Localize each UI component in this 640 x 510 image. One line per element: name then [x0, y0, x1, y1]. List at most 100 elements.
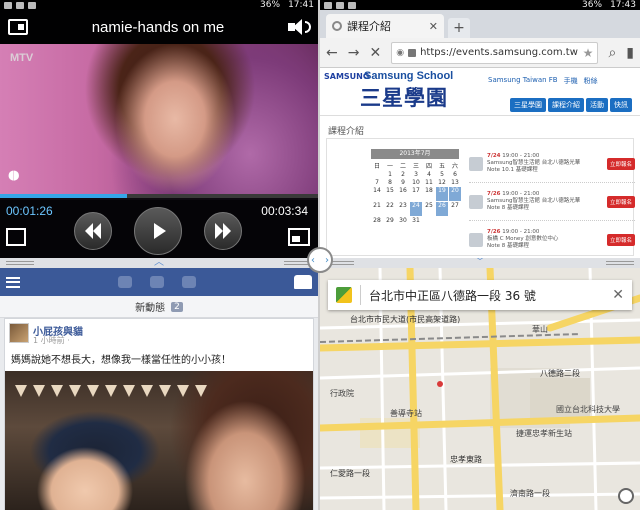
top-links: Samsung Taiwan FB 手機 粉絲: [488, 76, 598, 86]
maps-app-icon[interactable]: [336, 287, 352, 303]
dolby-icon: ◖◗: [8, 168, 20, 183]
register-button[interactable]: 立即報名: [606, 157, 635, 170]
clock: 17:41: [288, 0, 314, 10]
video-player[interactable]: namie-hands on me MTV ◖◗ 00:01:26 00:03:…: [0, 10, 318, 258]
clear-icon[interactable]: ✕: [612, 287, 624, 303]
map-label: 善導寺站: [390, 409, 422, 418]
current-time: 00:01:26: [6, 204, 53, 218]
bookmarks-icon[interactable]: ▮: [626, 45, 634, 61]
volume-icon[interactable]: [288, 18, 311, 36]
facebook-top-bar: [0, 268, 318, 296]
post-timestamp: 1 小時前 ·: [33, 336, 70, 345]
my-location-icon[interactable]: [618, 488, 634, 504]
split-handle[interactable]: ‹ ›: [307, 247, 333, 273]
top-link[interactable]: 粉絲: [584, 76, 598, 86]
video-title: namie-hands on me: [91, 18, 225, 36]
site-header: SAMSUNG Samsung School 三星學園 Samsung Taiw…: [320, 68, 640, 116]
course-panel: 2013年7月 日一二三四五六 123456 7 8 9 10 11 12 13 14 15 1…: [326, 138, 635, 258]
video-top-bar: namie-hands on me: [0, 10, 318, 44]
video-progress-bar[interactable]: [0, 194, 318, 198]
stop-icon[interactable]: ✕: [369, 45, 381, 61]
map-search-bar[interactable]: 台北市中正區八德路一段 36 號 ✕: [328, 280, 632, 310]
rewind-icon: [85, 223, 93, 239]
web-page: SAMSUNG Samsung School 三星學園 Samsung Taiw…: [320, 68, 640, 258]
facebook-app: ︿ 新動態 2 小屁孩與貓 1 小時前 · 媽媽說她不想長大，想像我一樣當任性的…: [0, 258, 318, 510]
panel-handle-strip[interactable]: ﹀: [320, 258, 640, 268]
new-tab-button[interactable]: +: [448, 18, 470, 38]
fast-forward-icon: [215, 223, 223, 239]
friends-list-icon[interactable]: [294, 275, 312, 289]
facebook-jewels: [20, 276, 294, 288]
notifications-icon[interactable]: [182, 276, 196, 288]
new-stories-count: 2: [171, 301, 183, 312]
chevron-down-icon[interactable]: ﹀: [475, 258, 485, 268]
calendar[interactable]: 2013年7月 日一二三四五六 123456 7 8 9 10 11 12 13 14 15 1…: [371, 149, 461, 224]
nav-item[interactable]: 快訊: [610, 98, 632, 112]
map-label: 台北市市民大道(市民高架道路): [350, 315, 461, 324]
back-icon[interactable]: ←: [326, 45, 338, 61]
top-link[interactable]: Samsung Taiwan FB: [488, 76, 558, 86]
chevron-left-icon: ‹: [311, 254, 315, 266]
register-button[interactable]: 立即報名: [606, 195, 635, 208]
globe-icon: ◉: [396, 47, 405, 58]
top-link[interactable]: 手機: [564, 76, 578, 86]
post-text: 媽媽說她不想長大，想像我一樣當任性的小小孩！: [11, 355, 231, 366]
nav-item[interactable]: 三星學園: [510, 98, 546, 112]
calendar-grid: 日一二三四五六 123456 7 8 9 10 11 12 13 14 15 16 17 18 19 2…: [371, 161, 461, 224]
event-row: 7/26 19:00 - 21:00 板橋 C Money 創意數位中心 Not…: [469, 221, 635, 258]
device-thumbnail: [469, 232, 483, 247]
chevron-up-icon[interactable]: ︿: [154, 258, 164, 268]
address-bar[interactable]: ◉ https://events.samsung.com.tw ★: [391, 41, 599, 64]
nav-item[interactable]: 課程介紹: [548, 98, 584, 112]
samsung-logo[interactable]: SAMSUNG: [324, 72, 369, 81]
maps-app: ﹀ 台北市市民大道(市民高架道路) 華山 行政院 善導寺站 捷運忠孝新生站 國立…: [320, 258, 640, 510]
map-search-input[interactable]: 台北市中正區八德路一段 36 號: [369, 287, 536, 304]
avatar[interactable]: [9, 323, 29, 343]
device-thumbnail: [469, 156, 483, 171]
play-icon: [154, 223, 166, 239]
panel-handle-strip[interactable]: ︿: [0, 258, 318, 268]
map-label: 國立台北科技大學: [556, 405, 620, 414]
map-label: 行政院: [330, 389, 354, 398]
screen-fit-icon[interactable]: [6, 228, 26, 246]
close-tab-icon[interactable]: ✕: [429, 20, 438, 33]
menu-icon[interactable]: [6, 276, 20, 288]
section-heading: 課程介紹: [328, 127, 365, 137]
forward-icon[interactable]: →: [348, 45, 360, 61]
nav-item[interactable]: 活動: [586, 98, 608, 112]
friend-requests-icon[interactable]: [118, 276, 132, 288]
browser-tab[interactable]: 課程介紹 ✕: [326, 14, 444, 38]
feed-post[interactable]: 小屁孩與貓 1 小時前 · 媽媽說她不想長大，想像我一樣當任性的小小孩！: [4, 318, 314, 510]
calendar-header: 2013年7月: [371, 149, 459, 159]
new-stories-bar[interactable]: 新動態 2: [0, 296, 318, 318]
video-frame[interactable]: MTV ◖◗: [0, 44, 318, 194]
event-row: 7/26 19:00 - 21:00 Samsung智慧生活館 台北八德路光華 …: [469, 183, 635, 221]
next-button[interactable]: [204, 212, 242, 250]
notification-icon: [336, 1, 344, 9]
register-button[interactable]: 立即報名: [606, 233, 635, 246]
tab-title: 課程介紹: [347, 20, 391, 33]
search-icon[interactable]: ⌕: [608, 45, 616, 61]
tab-strip: 課程介紹 ✕ +: [320, 10, 640, 38]
popup-player-icon[interactable]: [288, 228, 310, 246]
map-label: 八德路二段: [540, 369, 580, 378]
map-label: 捷運忠孝新生站: [516, 429, 572, 438]
bunting-decoration: [5, 385, 207, 399]
battery-level: 36%: [582, 0, 603, 10]
site-nav: 三星學園 課程介紹 活動 快訊: [510, 98, 632, 112]
clock: 17:43: [610, 0, 636, 10]
screen-mirroring-icon[interactable]: [8, 19, 28, 35]
bookmark-star-icon[interactable]: ★: [583, 46, 594, 60]
lock-icon: [408, 48, 417, 57]
site-title: 三星學園: [360, 85, 448, 110]
messages-icon[interactable]: [150, 276, 164, 288]
post-photo[interactable]: [5, 371, 313, 510]
play-button[interactable]: [134, 207, 182, 255]
status-bar-left: 36% 17:41: [0, 0, 318, 10]
notification-icon: [324, 1, 332, 9]
previous-button[interactable]: [74, 212, 112, 250]
new-stories-label: 新動態: [135, 303, 166, 314]
url-text[interactable]: https://events.samsung.com.tw: [420, 47, 579, 58]
notification-icon: [4, 1, 12, 9]
battery-level: 36%: [260, 0, 281, 10]
